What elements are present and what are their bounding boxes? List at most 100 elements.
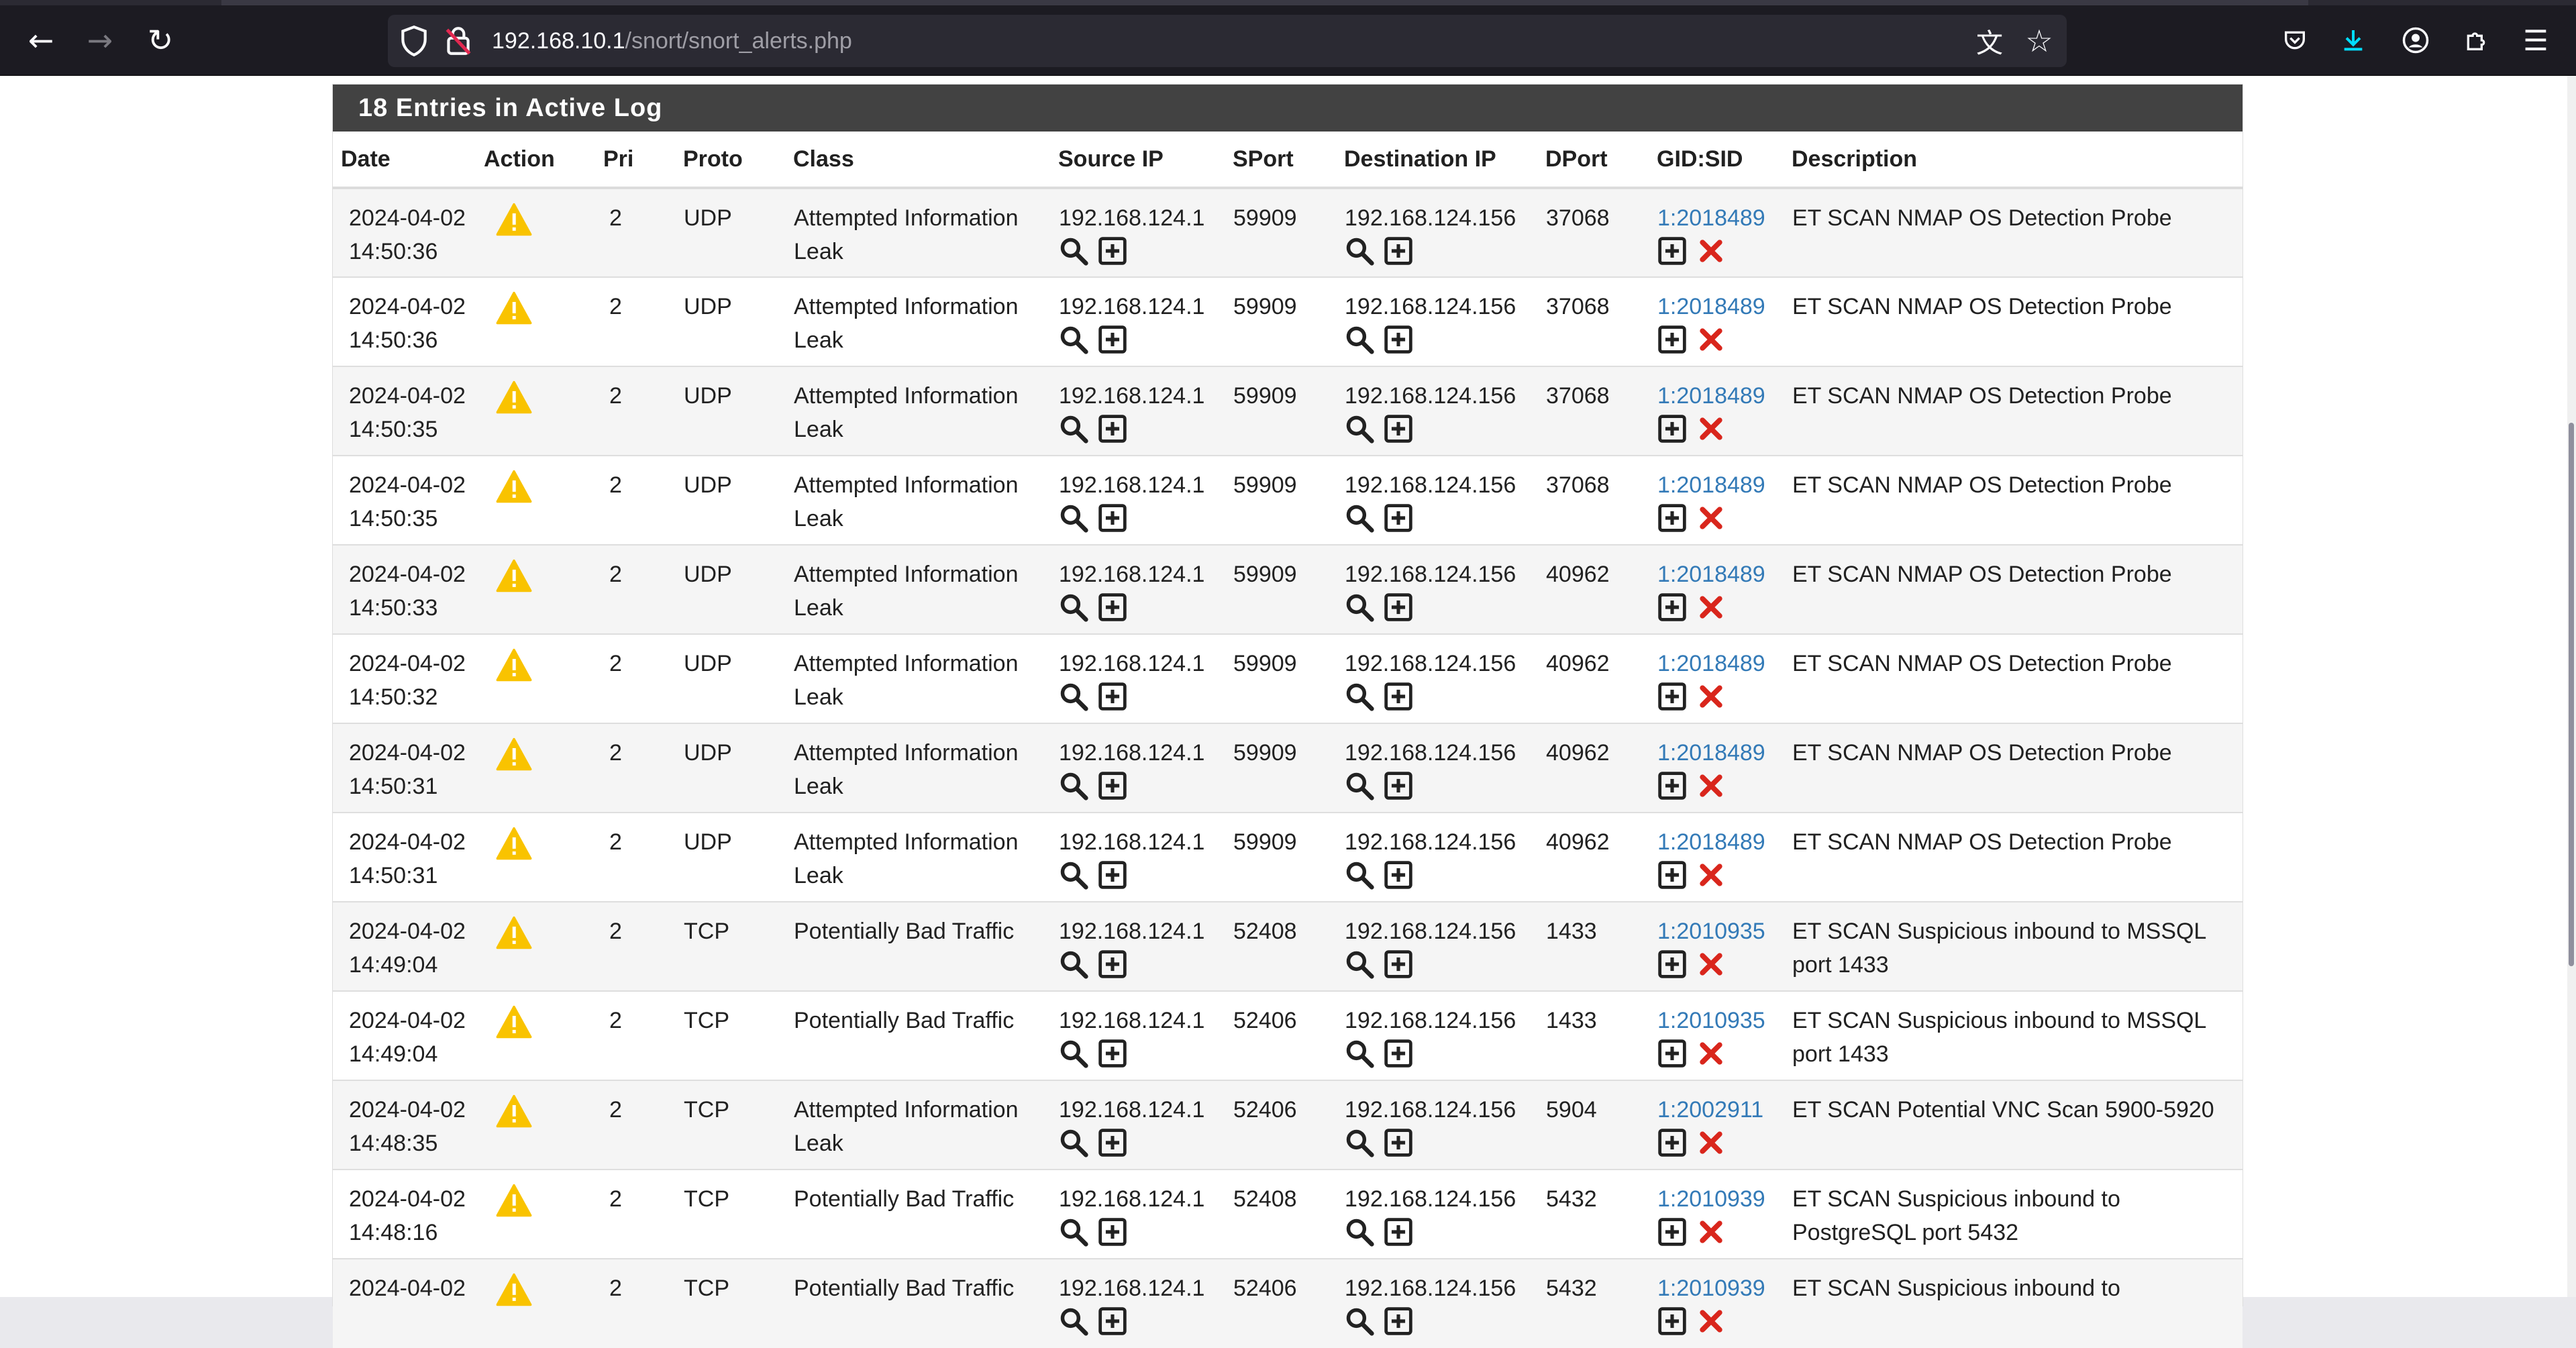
address-bar[interactable]: 192.168.10.1/snort/snort_alerts.php 文 ☆ [388,15,2067,67]
add-sid-to-suppress-list-icon[interactable] [1657,949,1687,979]
sid-rule-link[interactable]: 1:2018489 [1657,651,1765,676]
pocket-icon[interactable] [2272,17,2318,63]
source-ip-lookup-search-icon[interactable] [1059,236,1088,266]
destination-ip-add-suppress-icon[interactable] [1384,771,1413,800]
col-header-destination-ip[interactable]: Destination IP [1336,132,1537,189]
source-ip-lookup-search-icon[interactable] [1059,1217,1088,1247]
add-sid-to-suppress-list-icon[interactable] [1657,503,1687,533]
destination-ip-lookup-search-icon[interactable] [1345,503,1374,533]
source-ip-add-suppress-icon[interactable] [1098,236,1127,266]
destination-ip-add-suppress-icon[interactable] [1384,414,1413,444]
destination-ip-add-suppress-icon[interactable] [1384,592,1413,622]
source-ip-add-suppress-icon[interactable] [1098,503,1127,533]
destination-ip-lookup-search-icon[interactable] [1345,1217,1374,1247]
sid-rule-link[interactable]: 1:2018489 [1657,829,1765,855]
col-header-date[interactable]: Date [333,132,476,189]
destination-ip-lookup-search-icon[interactable] [1345,1039,1374,1068]
destination-ip-add-suppress-icon[interactable] [1384,1217,1413,1247]
source-ip-lookup-search-icon[interactable] [1059,414,1088,444]
destination-ip-add-suppress-icon[interactable] [1384,1039,1413,1068]
source-ip-lookup-search-icon[interactable] [1059,503,1088,533]
suppress-alert-x-icon[interactable] [1696,592,1726,622]
add-sid-to-suppress-list-icon[interactable] [1657,682,1687,711]
add-sid-to-suppress-list-icon[interactable] [1657,1039,1687,1068]
source-ip-add-suppress-icon[interactable] [1098,592,1127,622]
add-sid-to-suppress-list-icon[interactable] [1657,860,1687,890]
sid-rule-link[interactable]: 1:2018489 [1657,562,1765,587]
suppress-alert-x-icon[interactable] [1696,503,1726,533]
extensions-icon[interactable] [2453,17,2499,63]
downloads-icon[interactable] [2330,17,2376,63]
sid-rule-link[interactable]: 1:2018489 [1657,740,1765,766]
suppress-alert-x-icon[interactable] [1696,414,1726,444]
suppress-alert-x-icon[interactable] [1696,771,1726,800]
col-header-pri[interactable]: Pri [595,132,675,189]
destination-ip-lookup-search-icon[interactable] [1345,592,1374,622]
menu-hamburger-icon[interactable]: ☰ [2513,17,2559,63]
sid-rule-link[interactable]: 1:2010939 [1657,1186,1765,1212]
destination-ip-lookup-search-icon[interactable] [1345,771,1374,800]
add-sid-to-suppress-list-icon[interactable] [1657,592,1687,622]
insecure-lock-icon[interactable] [442,24,475,58]
destination-ip-lookup-search-icon[interactable] [1345,682,1374,711]
sid-rule-link[interactable]: 1:2018489 [1657,294,1765,319]
destination-ip-add-suppress-icon[interactable] [1384,1128,1413,1157]
add-sid-to-suppress-list-icon[interactable] [1657,414,1687,444]
col-header-gid-sid[interactable]: GID:SID [1649,132,1784,189]
destination-ip-add-suppress-icon[interactable] [1384,325,1413,354]
col-header-source-ip[interactable]: Source IP [1050,132,1225,189]
destination-ip-lookup-search-icon[interactable] [1345,414,1374,444]
suppress-alert-x-icon[interactable] [1696,1306,1726,1336]
destination-ip-add-suppress-icon[interactable] [1384,1306,1413,1336]
sid-rule-link[interactable]: 1:2010935 [1657,1008,1765,1033]
source-ip-lookup-search-icon[interactable] [1059,325,1088,354]
source-ip-add-suppress-icon[interactable] [1098,771,1127,800]
source-ip-add-suppress-icon[interactable] [1098,1128,1127,1157]
source-ip-add-suppress-icon[interactable] [1098,682,1127,711]
sid-rule-link[interactable]: 1:2002911 [1657,1097,1763,1123]
suppress-alert-x-icon[interactable] [1696,325,1726,354]
col-header-proto[interactable]: Proto [675,132,785,189]
source-ip-lookup-search-icon[interactable] [1059,1306,1088,1336]
destination-ip-add-suppress-icon[interactable] [1384,503,1413,533]
suppress-alert-x-icon[interactable] [1696,1217,1726,1247]
source-ip-lookup-search-icon[interactable] [1059,1039,1088,1068]
account-icon[interactable] [2393,17,2438,63]
col-header-dport[interactable]: DPort [1537,132,1649,189]
add-sid-to-suppress-list-icon[interactable] [1657,1217,1687,1247]
destination-ip-add-suppress-icon[interactable] [1384,682,1413,711]
sid-rule-link[interactable]: 1:2018489 [1657,205,1765,231]
sid-rule-link[interactable]: 1:2018489 [1657,472,1765,498]
url-text[interactable]: 192.168.10.1/snort/snort_alerts.php [492,15,852,67]
suppress-alert-x-icon[interactable] [1696,860,1726,890]
bookmark-star-icon[interactable]: ☆ [2020,21,2059,60]
source-ip-add-suppress-icon[interactable] [1098,1217,1127,1247]
suppress-alert-x-icon[interactable] [1696,1039,1726,1068]
source-ip-add-suppress-icon[interactable] [1098,325,1127,354]
suppress-alert-x-icon[interactable] [1696,682,1726,711]
destination-ip-lookup-search-icon[interactable] [1345,236,1374,266]
col-header-action[interactable]: Action [476,132,595,189]
tracking-protection-shield-icon[interactable] [397,24,431,58]
col-header-class[interactable]: Class [785,132,1050,189]
translate-icon[interactable]: 文 [1970,21,2009,60]
source-ip-add-suppress-icon[interactable] [1098,1306,1127,1336]
destination-ip-lookup-search-icon[interactable] [1345,949,1374,979]
source-ip-add-suppress-icon[interactable] [1098,1039,1127,1068]
col-header-sport[interactable]: SPort [1225,132,1336,189]
add-sid-to-suppress-list-icon[interactable] [1657,325,1687,354]
source-ip-add-suppress-icon[interactable] [1098,949,1127,979]
col-header-description[interactable]: Description [1784,132,2243,189]
add-sid-to-suppress-list-icon[interactable] [1657,771,1687,800]
source-ip-add-suppress-icon[interactable] [1098,860,1127,890]
suppress-alert-x-icon[interactable] [1696,949,1726,979]
destination-ip-lookup-search-icon[interactable] [1345,1128,1374,1157]
destination-ip-add-suppress-icon[interactable] [1384,236,1413,266]
suppress-alert-x-icon[interactable] [1696,236,1726,266]
source-ip-lookup-search-icon[interactable] [1059,1128,1088,1157]
forward-arrow-icon[interactable]: → [77,17,123,63]
sid-rule-link[interactable]: 1:2010935 [1657,919,1765,944]
source-ip-lookup-search-icon[interactable] [1059,771,1088,800]
back-arrow-icon[interactable]: ← [18,17,64,63]
sid-rule-link[interactable]: 1:2010939 [1657,1276,1765,1301]
